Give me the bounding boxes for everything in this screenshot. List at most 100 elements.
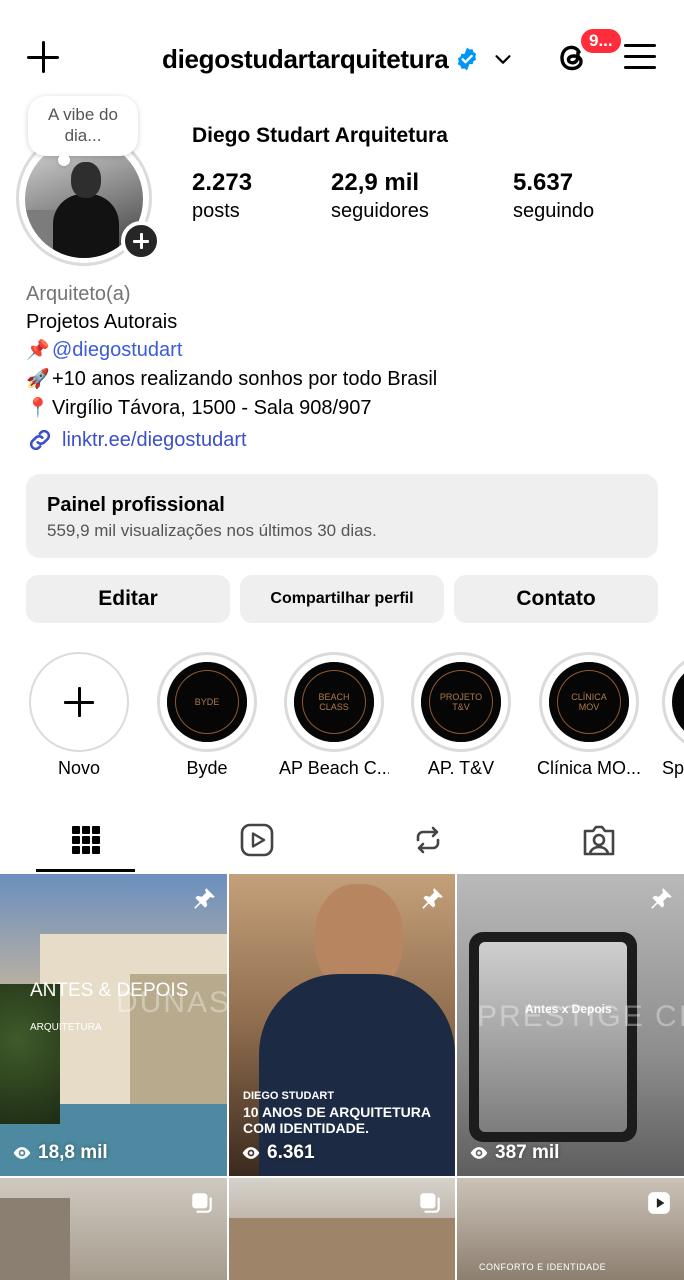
bio-external-link[interactable]: linktr.ee/diegostudart bbox=[26, 426, 247, 454]
post-tile[interactable] bbox=[229, 1178, 455, 1280]
views-icon bbox=[13, 1147, 31, 1159]
stat-posts-count: 2.273 bbox=[192, 169, 253, 196]
add-highlight-icon bbox=[29, 652, 129, 752]
reels-icon bbox=[240, 823, 273, 857]
stat-following[interactable]: 5.637 seguindo bbox=[513, 168, 594, 224]
bio-line: 📍 Virgílio Távora, 1500 - Sala 908/907 bbox=[26, 394, 437, 423]
bio-line-text: +10 anos realizando sonhos por todo Bras… bbox=[52, 368, 438, 390]
highlight-cover: BYDE bbox=[167, 662, 247, 742]
bio-line-text: Projetos Autorais bbox=[26, 311, 178, 333]
post-tile[interactable]: ANTES & DEPOIS ARQUITETURA DUNAS 18,8 mi… bbox=[0, 874, 227, 1176]
post-views-count: 18,8 mil bbox=[38, 1142, 108, 1163]
stat-posts-label: posts bbox=[192, 200, 240, 222]
account-switcher[interactable]: diegostudartarquitetura bbox=[162, 40, 514, 78]
stat-following-label: seguindo bbox=[513, 200, 595, 222]
bio-line-text: Virgílio Távora, 1500 - Sala 908/907 bbox=[52, 397, 372, 419]
highlight-cover-text: CLÍNICA MOV bbox=[571, 692, 607, 712]
note-bubble[interactable]: A vibe do dia... bbox=[28, 96, 138, 166]
location-pin-icon: 📍 bbox=[26, 398, 50, 419]
bio-mention-link[interactable]: @diegostudart bbox=[52, 339, 182, 361]
highlight-cover-text: PROJETO T&V bbox=[439, 692, 483, 712]
tab-grid[interactable] bbox=[0, 810, 171, 872]
profile-category: Arquiteto(a) bbox=[26, 283, 131, 305]
highlight-label: Sp bbox=[662, 758, 684, 778]
stat-followers-label: seguidores bbox=[331, 200, 429, 222]
highlight-item[interactable]: BYDE Byde bbox=[152, 652, 262, 779]
bio-line: 📌 @diegostudart bbox=[26, 336, 437, 365]
bio-link-text: linktr.ee/diegostudart bbox=[62, 428, 247, 451]
reposts-icon bbox=[416, 826, 439, 854]
profile-header: diegostudartarquitetura 9... bbox=[0, 0, 684, 110]
edit-profile-button[interactable]: Editar bbox=[26, 575, 230, 623]
highlight-cover-text: BEACH CLASS bbox=[318, 692, 350, 712]
highlight-cover: BEACH CLASS bbox=[294, 662, 374, 742]
carousel-icon bbox=[192, 1193, 212, 1213]
profile-username: diegostudartarquitetura bbox=[162, 43, 449, 74]
link-icon bbox=[29, 429, 51, 451]
highlight-item[interactable]: BEACH CLASS AP Beach C... bbox=[279, 652, 389, 779]
stat-posts[interactable]: 2.273 posts bbox=[192, 168, 252, 224]
highlight-item[interactable]: PROJETO T&V AP. T&V bbox=[406, 652, 516, 779]
post-views: 387 mil bbox=[469, 1142, 559, 1164]
stat-followers-count: 22,9 mil bbox=[331, 169, 420, 196]
highlight-new[interactable]: Novo bbox=[24, 652, 134, 779]
active-tab-indicator bbox=[36, 869, 135, 872]
post-watermark: DUNAS bbox=[116, 986, 227, 1019]
post-tile[interactable]: PRESTIGE CIT Antes x Depois 387 mil bbox=[457, 874, 684, 1176]
profile-bio: Arquiteto(a) Projetos Autorais 📌 @diegost… bbox=[26, 280, 437, 423]
post-overlay-headline: 10 ANOS DE ARQUITETURA COM IDENTIDADE. bbox=[243, 1104, 431, 1136]
share-profile-button[interactable]: Compartilhar perfil bbox=[240, 575, 444, 623]
post-tile[interactable]: DIEGO STUDART 10 ANOS DE ARQUITETURA COM… bbox=[229, 874, 455, 1176]
post-overlay-text: CONFORTO E IDENTIDADE bbox=[479, 1262, 607, 1272]
views-icon bbox=[242, 1147, 260, 1159]
highlight-cover-text: BYDE bbox=[194, 697, 220, 707]
highlight-item[interactable]: CLÍNICA MOV Clínica MO... bbox=[534, 652, 644, 779]
pro-panel-title: Painel profissional bbox=[47, 494, 225, 516]
post-overlay-text: Antes x Depois bbox=[525, 1002, 612, 1016]
pin-icon bbox=[422, 888, 443, 909]
chevron-down-icon bbox=[495, 55, 511, 64]
highlight-cover bbox=[672, 662, 684, 742]
verified-badge-icon bbox=[458, 47, 477, 71]
pro-panel-subtitle: 559,9 mil visualizações nos últimos 30 d… bbox=[47, 521, 377, 540]
profile-full-name: Diego Studart Arquitetura bbox=[192, 124, 448, 147]
rocket-icon: 🚀 bbox=[26, 369, 50, 390]
post-views-count: 6.361 bbox=[267, 1142, 315, 1163]
add-story-icon[interactable] bbox=[121, 221, 161, 261]
highlight-label: Novo bbox=[57, 758, 101, 778]
highlight-cover: CLÍNICA MOV bbox=[549, 662, 629, 742]
post-overlay-subtext: ARQUITETURA bbox=[30, 1022, 102, 1033]
post-tile[interactable] bbox=[0, 1178, 227, 1280]
highlight-label: AP Beach C... bbox=[279, 758, 389, 778]
stat-following-count: 5.637 bbox=[513, 169, 574, 196]
contact-button[interactable]: Contato bbox=[454, 575, 658, 623]
post-views: 18,8 mil bbox=[12, 1142, 108, 1164]
pin-icon bbox=[194, 888, 215, 909]
tab-reposts[interactable] bbox=[342, 810, 513, 872]
stat-followers[interactable]: 22,9 mil seguidores bbox=[331, 168, 429, 224]
post-views: 6.361 bbox=[241, 1142, 315, 1164]
post-views-count: 387 mil bbox=[495, 1142, 560, 1163]
post-overlay-kicker: DIEGO STUDART bbox=[243, 1090, 335, 1102]
bio-line: 🚀 +10 anos realizando sonhos por todo Bra… bbox=[26, 365, 437, 394]
pin-icon bbox=[651, 888, 672, 909]
tab-tagged[interactable] bbox=[513, 810, 684, 872]
menu-icon[interactable] bbox=[624, 42, 658, 72]
highlight-label: AP. T&V bbox=[427, 758, 495, 778]
bio-line: Projetos Autorais bbox=[26, 308, 437, 336]
grid-icon bbox=[71, 826, 100, 854]
tagged-icon bbox=[583, 825, 614, 856]
highlight-cover: PROJETO T&V bbox=[421, 662, 501, 742]
tab-reels[interactable] bbox=[171, 810, 342, 872]
notification-badge[interactable]: 9... bbox=[578, 26, 624, 56]
create-post-icon[interactable] bbox=[26, 40, 60, 74]
views-icon bbox=[470, 1147, 488, 1159]
carousel-icon bbox=[420, 1193, 440, 1213]
post-tile[interactable]: CONFORTO E IDENTIDADE bbox=[457, 1178, 684, 1280]
reel-icon bbox=[648, 1192, 670, 1214]
highlight-label: Byde bbox=[186, 758, 228, 778]
pushpin-icon: 📌 bbox=[26, 340, 50, 361]
professional-dashboard[interactable]: Painel profissional 559,9 mil visualizaç… bbox=[26, 474, 658, 558]
highlight-item-partial[interactable]: Sp bbox=[662, 652, 684, 779]
highlight-label: Clínica MO... bbox=[536, 758, 642, 778]
